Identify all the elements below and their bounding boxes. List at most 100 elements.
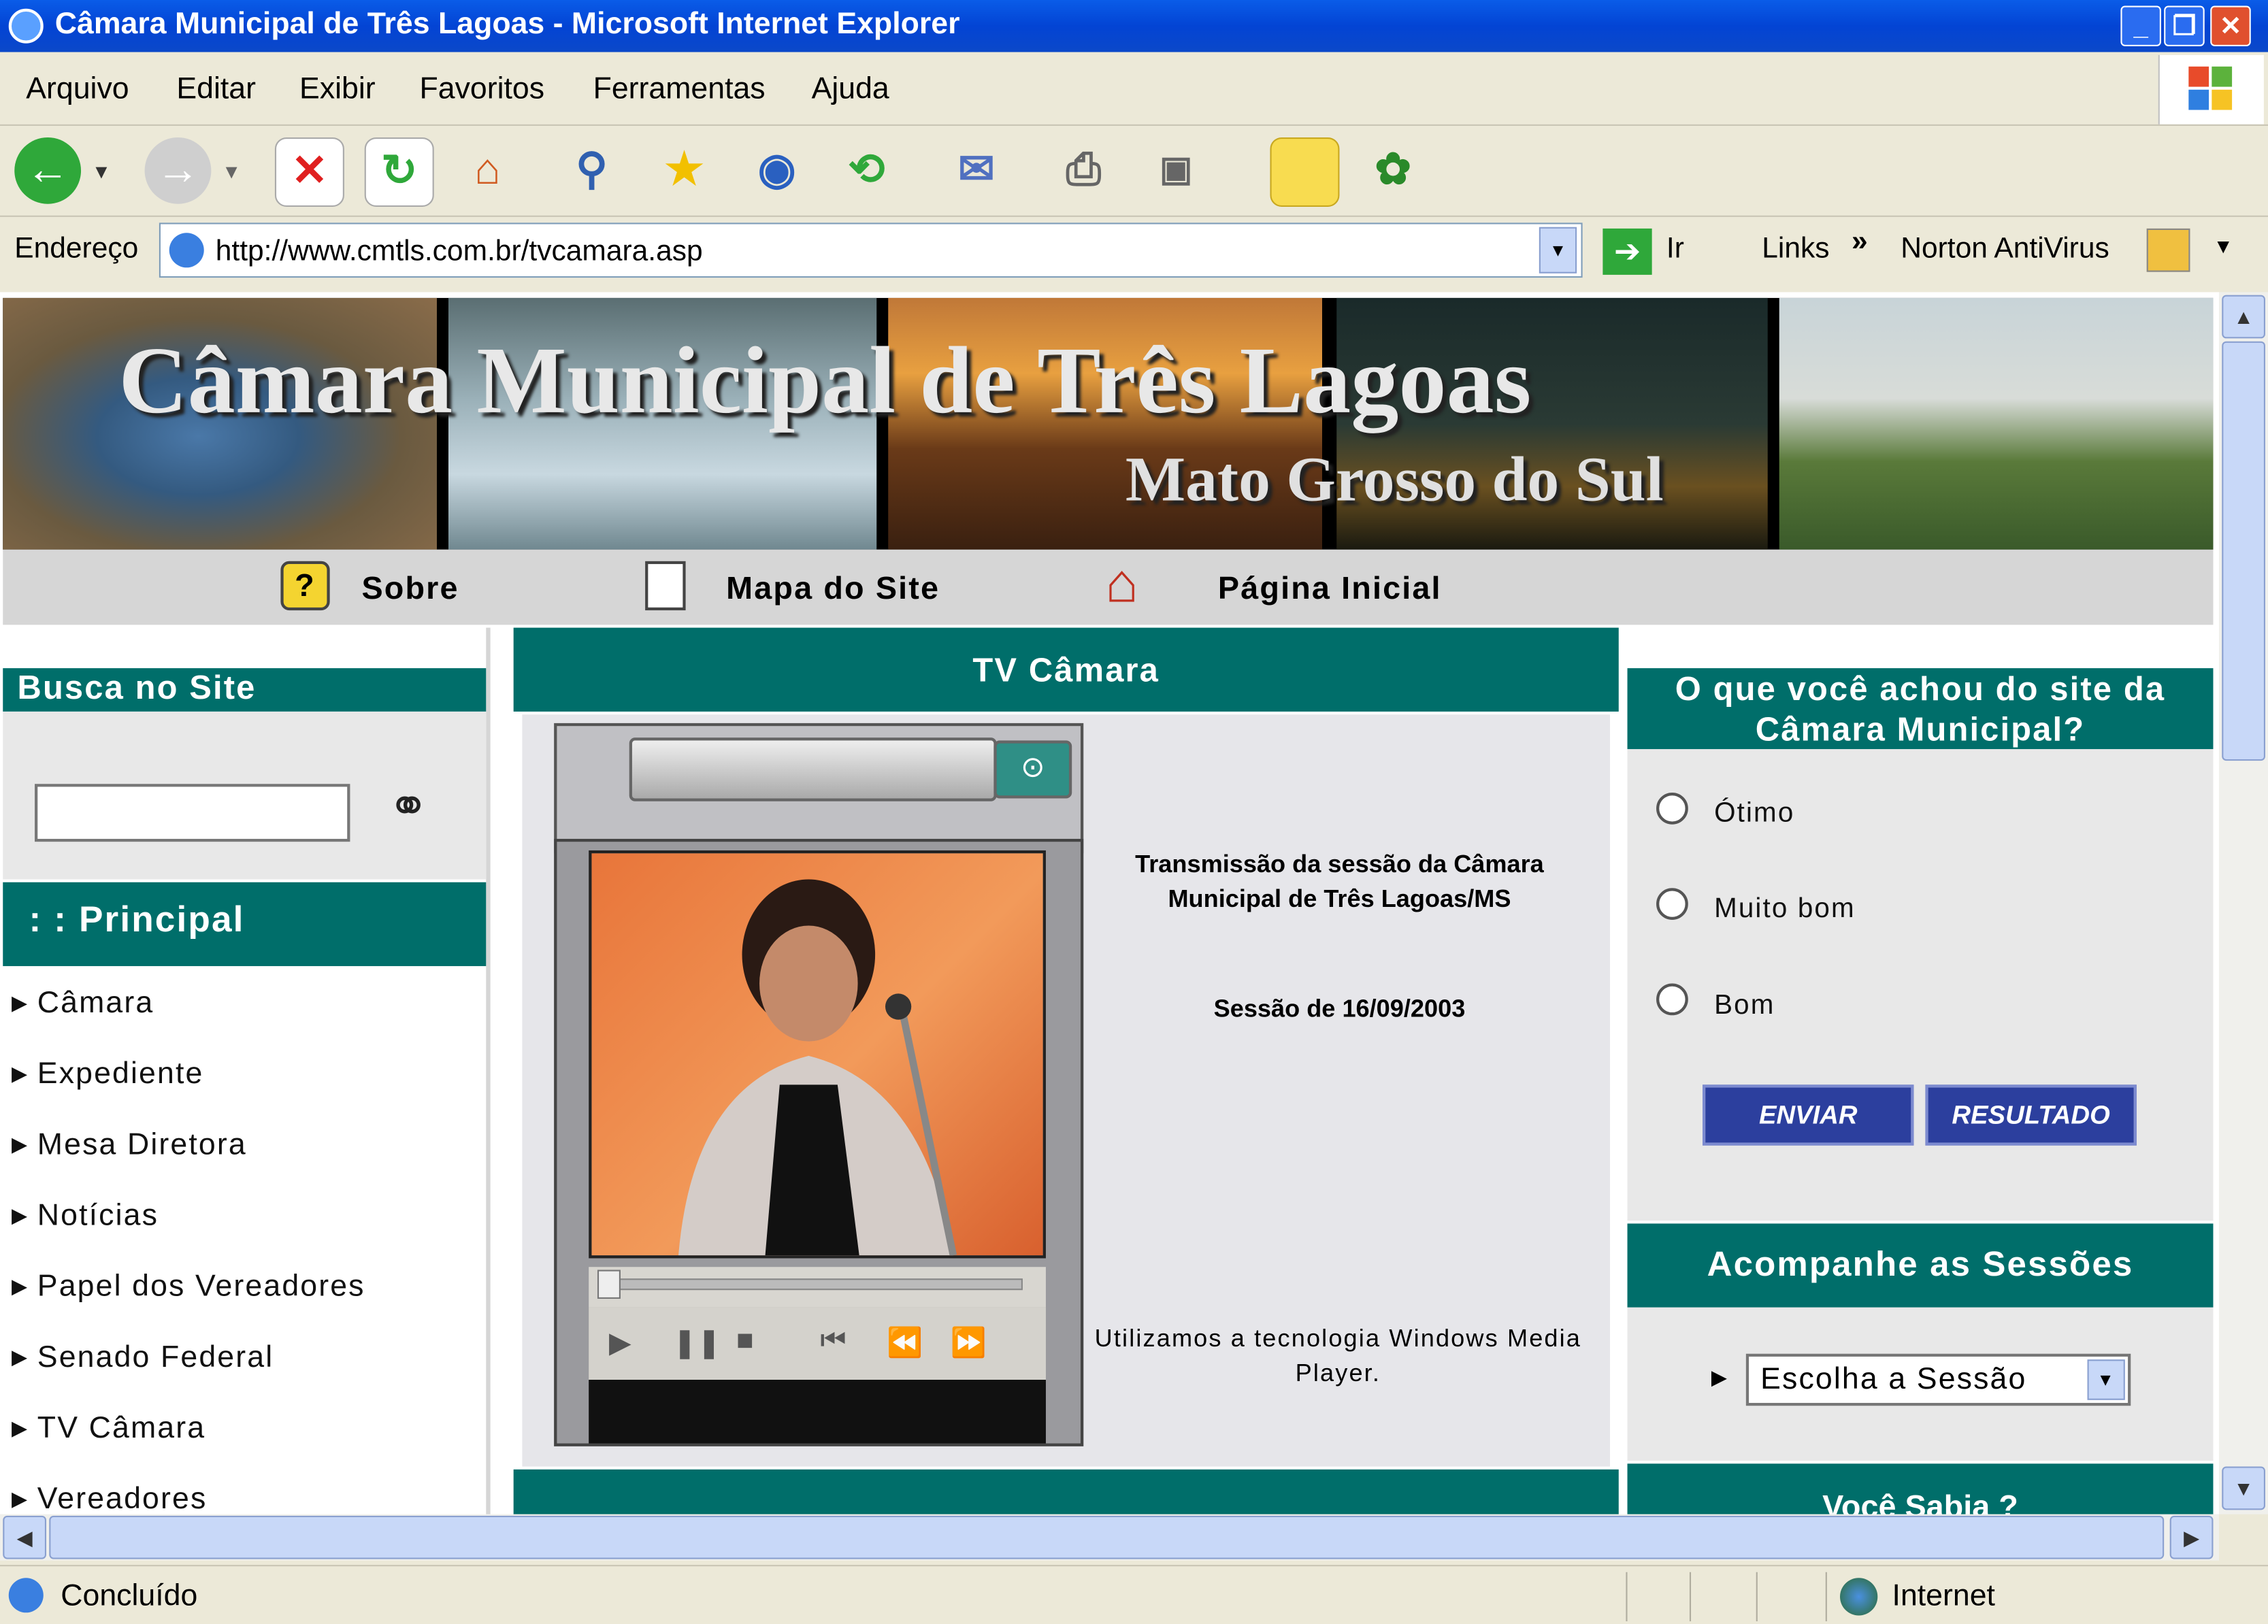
- sitemap-icon[interactable]: [645, 561, 686, 611]
- poll-body: Ótimo Muito bom Bom: [1627, 749, 2214, 1221]
- nav-item-camara[interactable]: ▶ Câmara: [12, 987, 154, 1021]
- nav-item-noticias[interactable]: ▶ Notícias: [12, 1199, 159, 1233]
- media-icon[interactable]: ◉: [744, 137, 810, 204]
- menu-ferramentas[interactable]: Ferramentas: [593, 72, 766, 107]
- sessions-heading: Acompanhe as Sessões: [1627, 1223, 2214, 1308]
- internet-zone-icon: [1840, 1578, 1878, 1616]
- pause-icon[interactable]: ❚❚: [672, 1325, 721, 1361]
- chevron-icon[interactable]: »: [1852, 226, 1868, 259]
- address-dropdown-icon[interactable]: ▼: [1539, 227, 1577, 274]
- refresh-icon[interactable]: ↻: [364, 137, 434, 207]
- address-input[interactable]: http://www.cmtls.com.br/tvcamara.asp: [159, 222, 1583, 278]
- history-icon[interactable]: ⟲: [833, 137, 900, 204]
- norton-icon[interactable]: [2146, 228, 2190, 272]
- search-zone: ⚭: [3, 711, 487, 880]
- links-label[interactable]: Links: [1762, 233, 1829, 266]
- scroll-right-icon[interactable]: ▶: [2169, 1515, 2214, 1559]
- session-select-value: Escolha a Sessão: [1760, 1362, 2027, 1396]
- status-text: Concluído: [61, 1579, 198, 1613]
- session-select[interactable]: Escolha a Sessão ▼: [1745, 1353, 2131, 1406]
- menu-ajuda[interactable]: Ajuda: [812, 72, 889, 107]
- voce-sabia-heading: Você Sabia ?: [1627, 1463, 2214, 1514]
- vertical-scrollbar[interactable]: ▲ ▼: [2218, 292, 2268, 1514]
- seek-handle[interactable]: [597, 1270, 621, 1299]
- banner-subtitle: Mato Grosso do Sul: [1125, 444, 1664, 515]
- search-heading: Busca no Site: [3, 668, 487, 712]
- favorites-icon[interactable]: ★: [651, 137, 718, 204]
- mail-icon[interactable]: ✉: [943, 137, 1010, 204]
- horizontal-scrollbar[interactable]: ◀ ▶: [0, 1514, 2219, 1561]
- nav-pagina-inicial[interactable]: Página Inicial: [1218, 570, 1442, 608]
- minimize-icon[interactable]: _: [2120, 5, 2161, 47]
- horizontal-scroll-thumb[interactable]: [49, 1515, 2165, 1559]
- poll-heading: O que você achou do site da Câmara Munic…: [1627, 668, 2214, 750]
- binoculars-icon[interactable]: ⚭: [388, 778, 429, 836]
- windows-logo-icon: [2158, 54, 2264, 125]
- vertical-scroll-thumb[interactable]: [2222, 341, 2266, 761]
- previous-icon[interactable]: ⏮: [820, 1325, 846, 1358]
- nav-item-senado-federal[interactable]: ▶ Senado Federal: [12, 1341, 274, 1376]
- menu-editar[interactable]: Editar: [176, 72, 256, 107]
- edit-icon[interactable]: ▣: [1143, 137, 1209, 204]
- back-dropdown-icon[interactable]: ▾: [87, 137, 116, 204]
- restore-icon[interactable]: ❐: [2164, 5, 2205, 47]
- ie-icon: [8, 8, 44, 44]
- scroll-down-icon[interactable]: ▼: [2222, 1466, 2266, 1510]
- resultado-button[interactable]: RESULTADO: [1925, 1084, 2137, 1146]
- scroll-left-icon[interactable]: ◀: [3, 1515, 47, 1559]
- principal-heading-text: : : Principal: [29, 899, 245, 940]
- banner-photo-dam: [1779, 297, 2214, 550]
- menu-favoritos[interactable]: Favoritos: [419, 72, 544, 107]
- search-heading-text: Busca no Site: [17, 668, 257, 706]
- site-nav: ? Sobre Mapa do Site ⌂ Página Inicial: [3, 549, 2214, 625]
- radio-otimo[interactable]: [1656, 792, 1688, 825]
- player-frame: ▶ ❚❚ ■ ⏮ ⏪ ⏩: [554, 838, 1084, 1446]
- forward-icon[interactable]: →: [144, 137, 212, 204]
- nav-item-papel-dos-vereadores[interactable]: ▶ Papel dos Vereadores: [12, 1270, 365, 1304]
- player-status-area: [589, 1380, 1046, 1444]
- nav-item-expediente[interactable]: ▶ Expediente: [12, 1057, 203, 1092]
- icq-icon[interactable]: ✿: [1360, 137, 1426, 204]
- menu-exibir[interactable]: Exibir: [299, 72, 376, 107]
- discuss-icon[interactable]: [1270, 137, 1340, 207]
- norton-label[interactable]: Norton AntiVirus: [1901, 233, 2109, 266]
- nav-item-vereadores[interactable]: ▶ Vereadores: [12, 1482, 207, 1514]
- arrow-right-icon: ▶: [12, 1203, 29, 1227]
- stop-icon[interactable]: ✕: [274, 137, 344, 207]
- play-icon[interactable]: ▶: [609, 1325, 631, 1361]
- nav-sobre[interactable]: Sobre: [361, 570, 459, 608]
- web-page: Câmara Municipal de Três Lagoas Mato Gro…: [0, 292, 2219, 1514]
- site-search-input[interactable]: [35, 784, 350, 842]
- home-icon[interactable]: ⌂: [455, 137, 521, 204]
- forward-dropdown-icon[interactable]: ▾: [217, 137, 246, 204]
- menu-arquivo[interactable]: Arquivo: [26, 72, 129, 107]
- address-bar: Endereço http://www.cmtls.com.br/tvcamar…: [0, 217, 2268, 289]
- go-icon[interactable]: ➔: [1603, 228, 1652, 275]
- player-power-icon[interactable]: ⊙: [993, 740, 1072, 799]
- close-icon[interactable]: ✕: [2210, 5, 2251, 47]
- home-page-icon[interactable]: ⌂: [1105, 555, 1140, 613]
- back-icon[interactable]: ←: [14, 137, 82, 204]
- video-screen[interactable]: [589, 850, 1046, 1259]
- search-icon[interactable]: ⚲: [559, 137, 625, 204]
- nav-mapa-do-site[interactable]: Mapa do Site: [726, 570, 940, 608]
- address-label: Endereço: [14, 233, 139, 265]
- nav-item-tv-camara[interactable]: ▶ TV Câmara: [12, 1412, 206, 1446]
- rewind-icon[interactable]: ⏪: [887, 1325, 923, 1361]
- norton-dropdown-icon[interactable]: ▼: [2213, 234, 2233, 257]
- stop-media-icon[interactable]: ■: [736, 1325, 754, 1358]
- nav-item-mesa-diretora[interactable]: ▶ Mesa Diretora: [12, 1128, 247, 1163]
- fast-forward-icon[interactable]: ⏩: [951, 1325, 987, 1361]
- left-column: Busca no Site ⚭ : : Principal ▶ Câmara ▶ E…: [3, 627, 491, 1514]
- arrow-right-icon: ▶: [12, 1061, 29, 1085]
- print-icon[interactable]: ⎙: [1050, 137, 1117, 204]
- session-dropdown-icon[interactable]: ▼: [2087, 1359, 2125, 1400]
- scroll-up-icon[interactable]: ▲: [2222, 295, 2266, 339]
- go-button[interactable]: Ir: [1666, 233, 1684, 266]
- help-icon[interactable]: ?: [280, 561, 330, 611]
- radio-bom[interactable]: [1656, 983, 1688, 1016]
- toolbar: ← ▾ → ▾ ✕ ↻ ⌂ ⚲ ★ ◉ ⟲ ✉ ⎙ ▣ ✿: [0, 124, 2268, 217]
- seek-bar[interactable]: [589, 1267, 1046, 1308]
- enviar-button[interactable]: ENVIAR: [1703, 1084, 1914, 1146]
- radio-muito-bom[interactable]: [1656, 888, 1688, 921]
